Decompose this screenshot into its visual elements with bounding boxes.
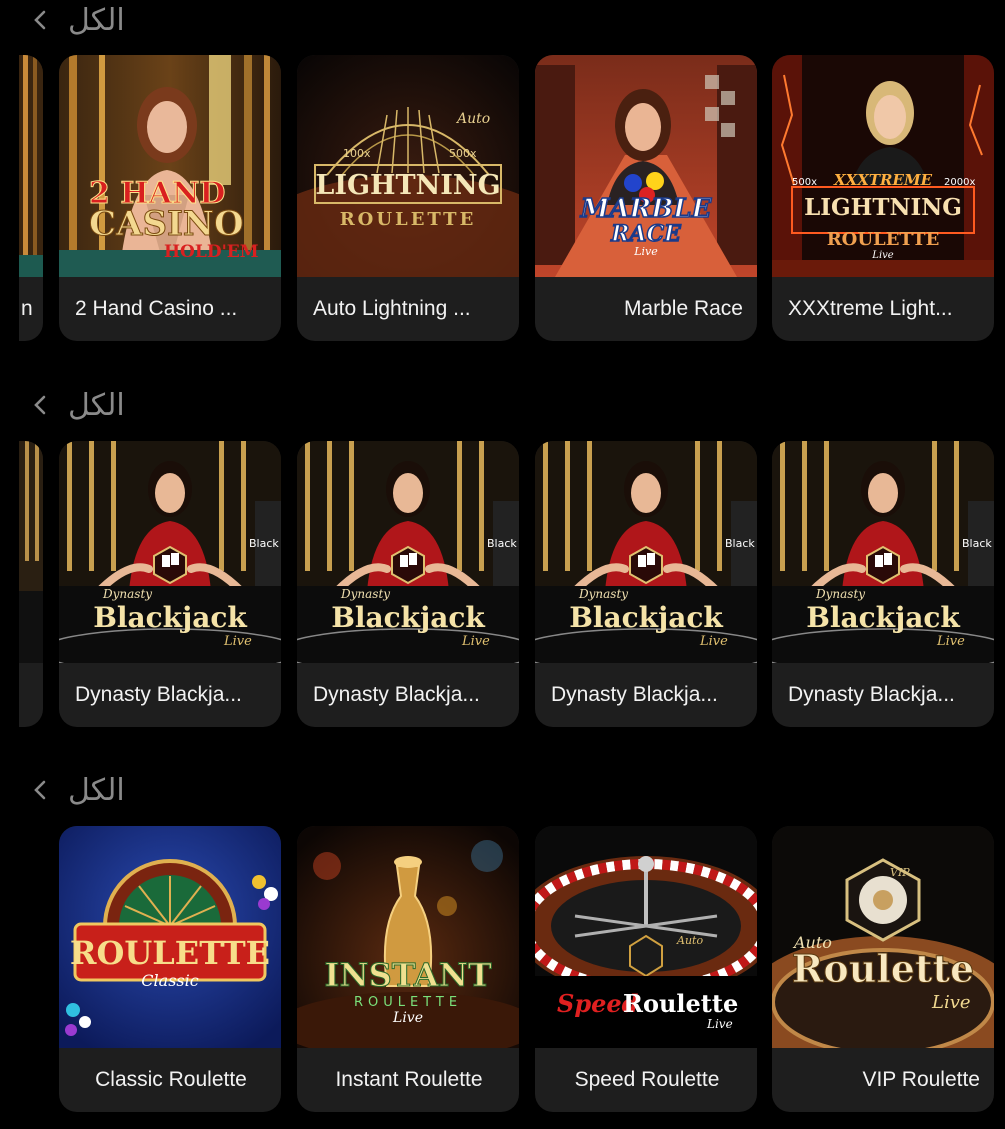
thumb-text-1: Auto [455, 111, 490, 127]
chevron-left-icon [30, 393, 50, 417]
partial-game-card[interactable] [19, 441, 43, 727]
game-card-speed-roulette[interactable]: Auto Speed Roulette Live Speed Roulette [535, 826, 757, 1112]
game-card-dynasty-blackjack[interactable]: Dynasty Blackjack Live Black Dynasty Bla… [535, 441, 757, 727]
multiplier-1: 100x [343, 147, 371, 160]
thumb-text-1: Dynasty [102, 587, 152, 601]
thumb-text-2: Blackjack [806, 601, 960, 634]
game-thumbnail: INSTANT ROULETTE Live [297, 826, 519, 1048]
see-all-label: الكل [68, 2, 125, 38]
game-card-classic-roulette[interactable]: ROULETTE Classic Classic Roulette [59, 826, 281, 1112]
game-thumbnail [19, 55, 43, 277]
game-title: Auto Lightning ... [313, 297, 471, 320]
game-title: Classic Roulette [95, 1068, 247, 1091]
game-thumbnail: 2 HAND CASINO HOLD'EM [59, 55, 281, 277]
thumb-text-2: LIGHTNING [315, 170, 500, 201]
game-title: Dynasty Blackja... [75, 683, 242, 706]
thumb-text-1: MARBLE [580, 194, 713, 224]
thumb-text-3: ROULETTE [827, 229, 940, 250]
thumb-corner-text: Black [962, 537, 992, 550]
thumb-text-2: Blackjack [569, 601, 723, 634]
thumb-text-2: Blackjack [93, 601, 247, 634]
thumb-corner-text: Black [487, 537, 517, 550]
game-thumbnail: VIP Auto Roulette Live [772, 826, 994, 1048]
multiplier-2: 2000x [944, 177, 975, 188]
thumb-text-1: INSTANT [324, 956, 491, 994]
thumb-text-3: Live [633, 245, 658, 258]
see-all-label: الكل [68, 772, 125, 808]
thumb-text-3: Roulette [623, 989, 738, 1018]
thumb-text-1: Dynasty [815, 587, 865, 601]
game-title: Dynasty Blackja... [788, 683, 955, 706]
thumb-text-3: HOLD'EM [164, 242, 259, 262]
game-card-auto-lightning-roulette[interactable]: LIGHTNING ROULETTE Auto 100x 500x Auto L… [297, 55, 519, 341]
game-thumbnail: Dynasty Blackjack Live Black [535, 441, 757, 663]
game-thumbnail: Dynasty Blackjack Live Black [59, 441, 281, 663]
thumb-text-1: XXXTREME [833, 171, 933, 189]
game-thumbnail [19, 441, 43, 663]
thumb-text-3: ROULETTE [340, 209, 477, 230]
game-title: Marble Race [623, 297, 743, 320]
thumb-corner-text: Black [725, 537, 755, 550]
section-2-see-all[interactable]: الكل [30, 385, 125, 425]
section-1-see-all[interactable]: الكل [30, 0, 125, 40]
game-title: Instant Roulette [335, 1068, 483, 1091]
game-title: n [21, 297, 33, 320]
section-3-see-all[interactable]: الكل [30, 770, 125, 810]
game-title: XXXtreme Light... [788, 297, 953, 320]
multiplier-1: 500x [792, 177, 817, 188]
game-card-marble-race[interactable]: MARBLE RACE Live Marble Race [535, 55, 757, 341]
thumb-text-3: Live [392, 1010, 423, 1026]
thumb-corner-text: Black [249, 537, 279, 550]
game-thumbnail: LIGHTNING ROULETTE Auto 100x 500x [297, 55, 519, 277]
game-title: VIP Roulette [862, 1068, 980, 1091]
thumb-text-1: VIP [890, 866, 910, 879]
game-card-2-hand-casino-holdem[interactable]: 2 HAND CASINO HOLD'EM 2 Hand Casino ... [59, 55, 281, 341]
thumb-text-3: Live [936, 634, 965, 649]
game-title: 2 Hand Casino ... [75, 297, 238, 320]
game-thumbnail: Dynasty Blackjack Live Black [297, 441, 519, 663]
partial-game-card[interactable]: n [19, 55, 43, 341]
thumb-text-2: CASINO [89, 204, 244, 244]
game-card-dynasty-blackjack[interactable]: Dynasty Blackjack Live Black Dynasty Bla… [772, 441, 994, 727]
game-title: Speed Roulette [574, 1068, 720, 1091]
see-all-label: الكل [68, 387, 125, 423]
game-card-instant-roulette[interactable]: INSTANT ROULETTE Live Instant Roulette [297, 826, 519, 1112]
thumb-text-4: Live [871, 250, 893, 261]
thumb-text-2: ROULETTE [354, 995, 462, 1010]
game-title: Dynasty Blackja... [551, 683, 718, 706]
game-thumbnail: Dynasty Blackjack Live Black [772, 441, 994, 663]
thumb-text-2: RACE [610, 221, 682, 247]
game-thumbnail: ROULETTE Classic [59, 826, 281, 1048]
thumb-text-4: Live [706, 1017, 733, 1031]
multiplier-2: 500x [449, 147, 477, 160]
thumb-text-1: Auto [676, 934, 703, 947]
thumb-text-3: Live [461, 634, 490, 649]
game-thumbnail: XXXTREME 500x 2000x LIGHTNING ROULETTE L… [772, 55, 994, 277]
thumb-text-2: Blackjack [331, 601, 485, 634]
game-title: Dynasty Blackja... [313, 683, 480, 706]
game-card-vip-roulette[interactable]: VIP Auto Roulette Live VIP Roulette [772, 826, 994, 1112]
thumb-text-2: Classic [141, 971, 198, 990]
thumb-text-1: Dynasty [578, 587, 628, 601]
chevron-left-icon [30, 8, 50, 32]
thumb-text-3: Live [699, 634, 728, 649]
thumb-text-3: Roulette [792, 946, 974, 991]
thumb-text-1: ROULETTE [70, 934, 270, 972]
thumb-text-4: Live [931, 992, 971, 1013]
thumb-text-1: Dynasty [340, 587, 390, 601]
game-card-dynasty-blackjack[interactable]: Dynasty Blackjack Live Black Dynasty Bla… [297, 441, 519, 727]
game-card-dynasty-blackjack[interactable]: Dynasty Blackjack Live Black Dynasty Bla… [59, 441, 281, 727]
thumb-text-3: Live [223, 634, 252, 649]
game-thumbnail: MARBLE RACE Live [535, 55, 757, 277]
game-thumbnail: Auto Speed Roulette Live [535, 826, 757, 1048]
game-card-xxxtreme-lightning-roulette[interactable]: XXXTREME 500x 2000x LIGHTNING ROULETTE L… [772, 55, 994, 341]
chevron-left-icon [30, 778, 50, 802]
thumb-text-2: LIGHTNING [804, 194, 962, 221]
